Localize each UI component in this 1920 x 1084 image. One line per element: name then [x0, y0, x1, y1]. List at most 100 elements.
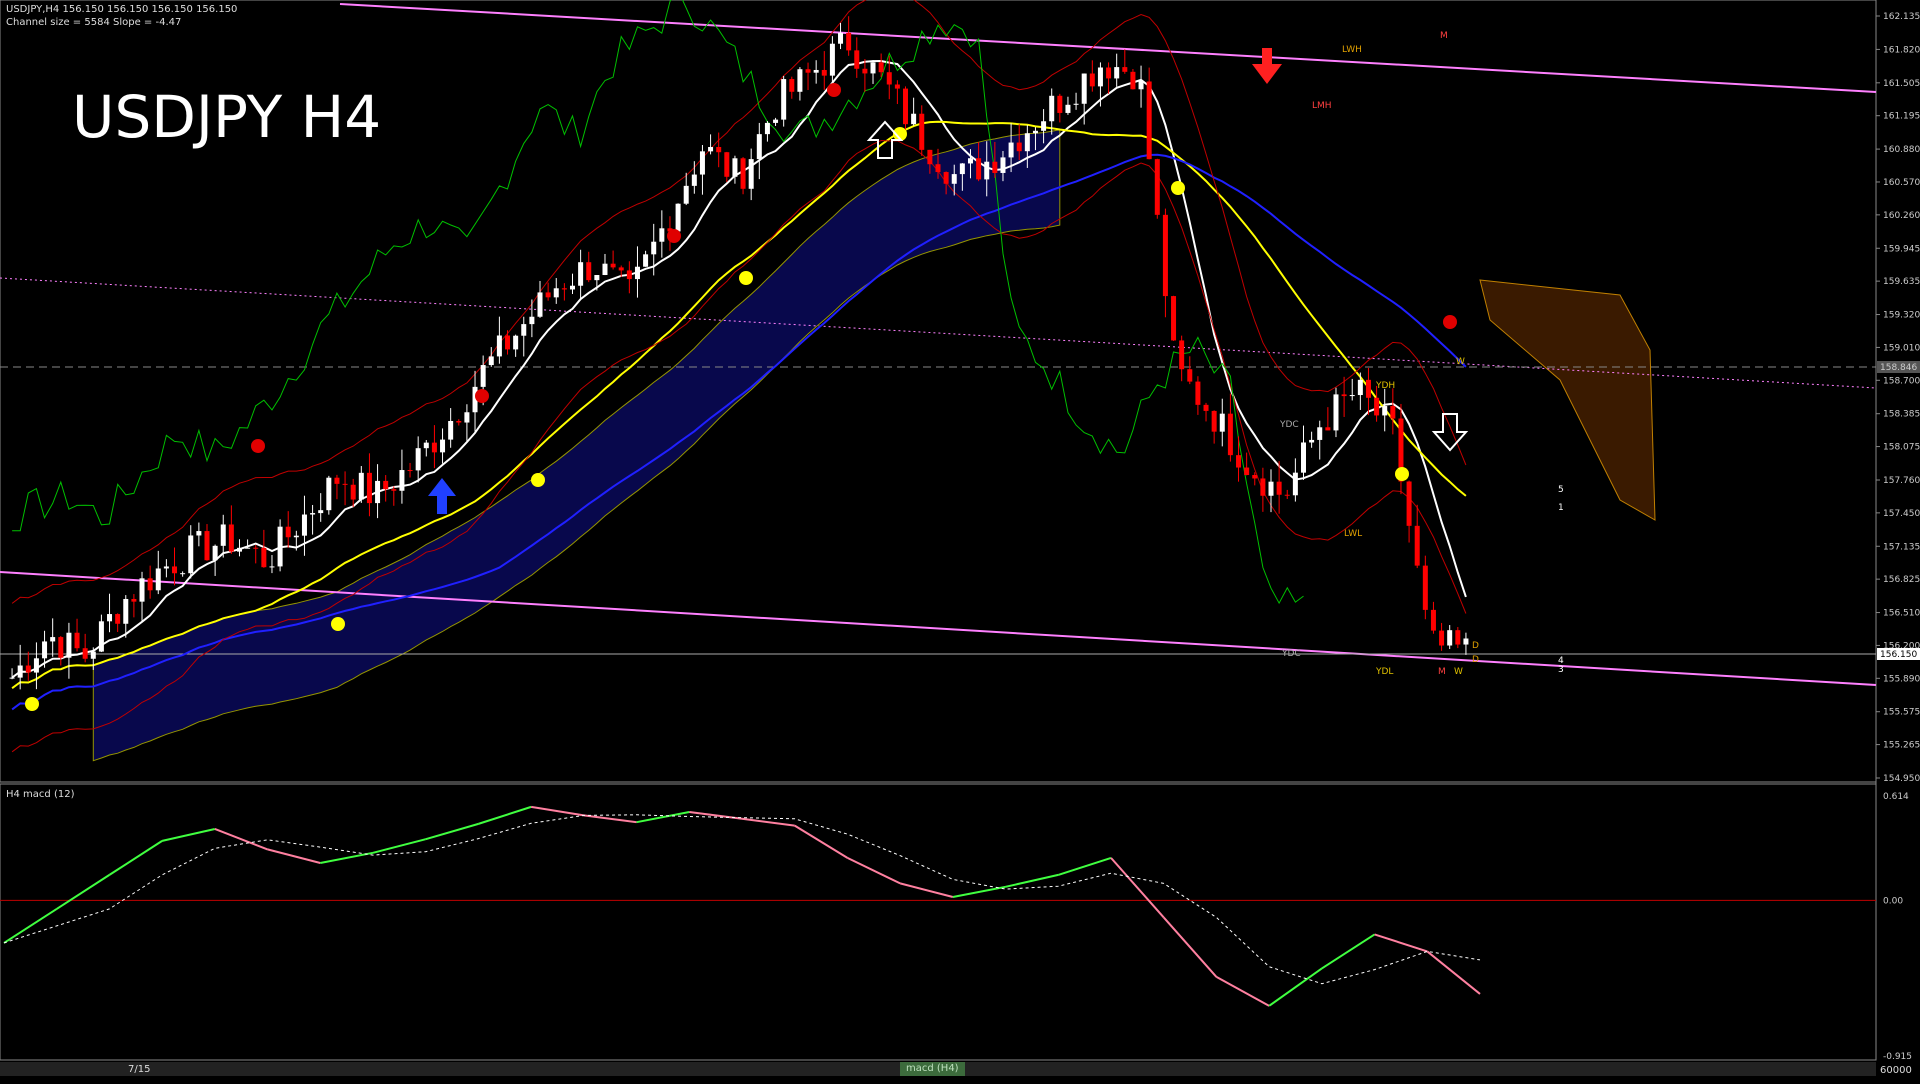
candle-body [1016, 142, 1022, 152]
future-cloud [1479, 279, 1656, 521]
candle-body [569, 285, 575, 290]
label-ydl: YDL [1375, 667, 1393, 677]
candle-body [188, 535, 194, 574]
candle-body [1406, 481, 1412, 526]
price-tick-label: 158.385 [1883, 410, 1920, 420]
candle-body [919, 113, 925, 150]
label-ydh: YDH [1375, 381, 1395, 391]
candle-body [984, 161, 990, 180]
candle-body [1268, 481, 1274, 496]
candle-body [391, 489, 397, 491]
main-chart[interactable]: 162.135 161.820 161.505 161.195 160.880 160.5… [0, 0, 1920, 1080]
buy-signal-marker [331, 617, 345, 631]
candle-body [618, 267, 624, 271]
label-ydc-top: YDC [1279, 420, 1299, 430]
candle-body [1382, 406, 1388, 416]
candle-body [42, 641, 48, 659]
label-w-bottom: W [1454, 667, 1463, 677]
price-tick-label: 155.265 [1883, 741, 1920, 751]
candle-body [415, 448, 421, 471]
candle-body [594, 275, 600, 281]
candle-body [220, 524, 226, 546]
candle-body [1463, 638, 1469, 645]
candle-body [951, 174, 957, 184]
candle-body [1024, 133, 1030, 152]
candle-body [1089, 73, 1095, 87]
candle-body [334, 477, 340, 484]
candle-body [17, 665, 23, 678]
candle-body [1252, 475, 1258, 479]
price-tick-label: 157.760 [1883, 476, 1920, 486]
candle-body [1000, 157, 1006, 173]
macd-segment [1215, 976, 1270, 1007]
candle-body [821, 69, 827, 76]
price-tick-label: 160.260 [1883, 211, 1920, 221]
header-channel: Channel size = 5584 Slope = -4.47 [6, 17, 182, 28]
candle-body [74, 632, 80, 649]
macd-tab[interactable]: macd (H4) [900, 1062, 965, 1076]
candle-body [602, 263, 608, 276]
candle-body [1041, 121, 1047, 131]
candle-body [1187, 369, 1193, 382]
candle-body [699, 151, 705, 175]
candle-body [423, 442, 429, 449]
macd-axis-label: 0.00 [1883, 896, 1903, 906]
ref-price-label: 158.846 [1880, 363, 1917, 373]
level-labels: LWHMLMHYDHYDCLWLYDCYDLWM WDD5143 [1279, 31, 1564, 677]
candle-body [1292, 472, 1298, 496]
price-tick-label: 159.010 [1883, 343, 1920, 353]
candle-body [756, 134, 762, 160]
candle-body [992, 161, 998, 173]
candle-body [147, 578, 153, 591]
candle-body [464, 412, 470, 423]
macd-axis-label: -0.915 [1883, 1052, 1912, 1062]
candle-body [708, 147, 714, 152]
candle-body [285, 526, 291, 538]
white-up-arrow-icon [866, 120, 904, 159]
candle-body [1097, 67, 1103, 87]
candle-body [196, 531, 202, 536]
candle-body [123, 598, 129, 624]
macd-signal-line [3, 814, 1481, 985]
sell-signal-marker [1443, 315, 1457, 329]
candle-body [1203, 404, 1209, 411]
candle-body [959, 163, 965, 175]
candle-body [431, 442, 437, 453]
price-tick-label: 161.195 [1883, 112, 1920, 122]
candle-body [1130, 71, 1136, 90]
price-tick-label: 159.635 [1883, 277, 1920, 287]
candle-body [537, 292, 543, 317]
candle-body [521, 324, 527, 336]
macd-segment [56, 874, 110, 910]
candle-body [212, 545, 218, 561]
price-tick-label: 155.575 [1883, 708, 1920, 718]
candle-body [131, 598, 137, 602]
candle-body [911, 113, 917, 125]
candle-body [829, 43, 835, 76]
candle-body [1114, 67, 1120, 79]
price-tick-label: 158.700 [1883, 376, 1920, 386]
label-lwl: LWL [1344, 529, 1362, 539]
candle-body [927, 149, 933, 165]
candle-body [1146, 81, 1152, 160]
chart-title: USDJPY H4 [72, 83, 381, 151]
candle-body [838, 32, 844, 44]
macd-axis-label: 0.614 [1883, 792, 1909, 802]
price-tick-label: 160.570 [1883, 178, 1920, 188]
price-tick-label: 157.135 [1883, 542, 1920, 552]
label-w-top: W [1456, 357, 1465, 367]
candle-body [634, 266, 640, 280]
candle-body [163, 566, 169, 569]
sell-signal-marker [667, 229, 681, 243]
candle-body [545, 292, 551, 298]
candle-body [180, 573, 186, 575]
label-lmh: LMH [1312, 101, 1332, 111]
red-down-arrow-icon [1252, 48, 1282, 84]
candle-body [797, 69, 803, 92]
macd-segment [161, 828, 216, 842]
candle-body [480, 365, 486, 387]
white-down-arrow-icon [1431, 413, 1469, 452]
candle-body [967, 158, 973, 164]
candle-body [683, 185, 689, 204]
macd-segment [3, 908, 58, 944]
